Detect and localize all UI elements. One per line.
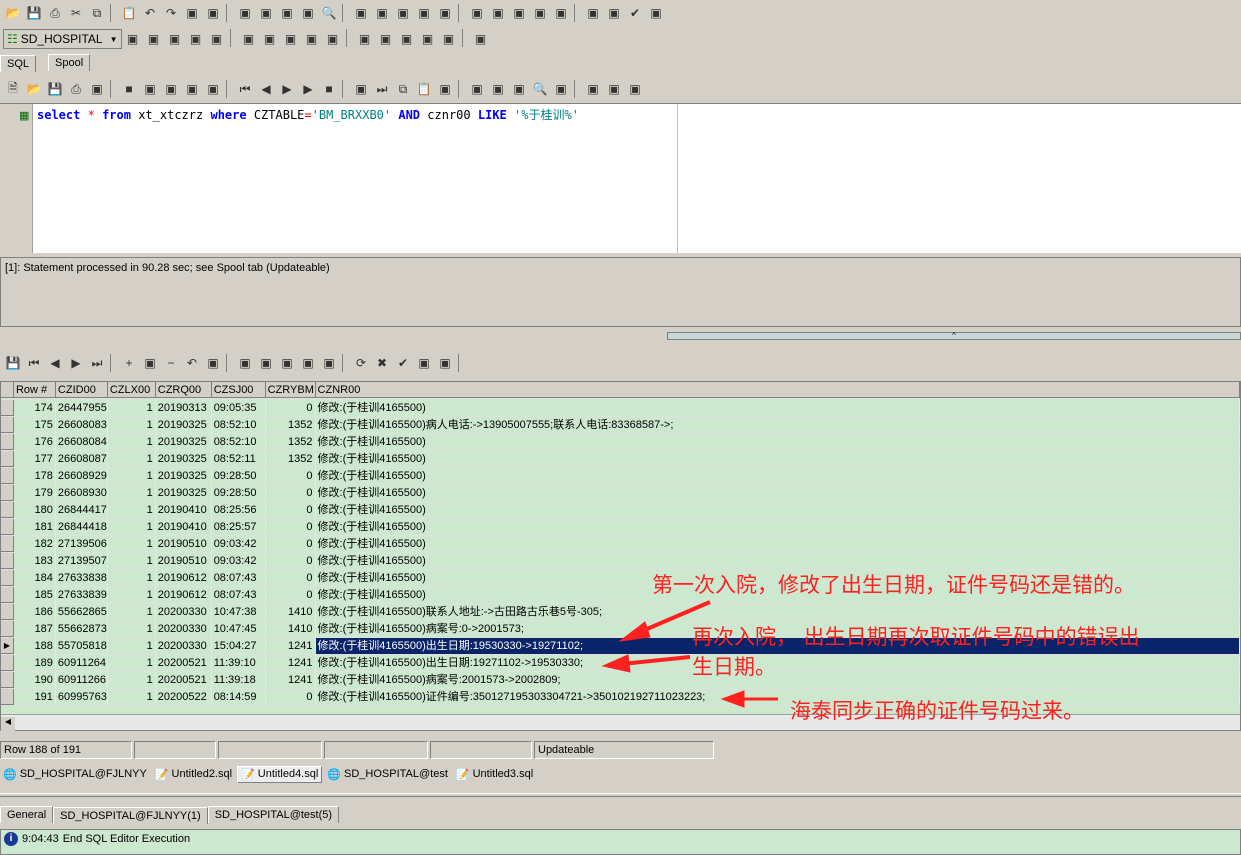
annotation-arrows [601, 600, 778, 708]
connection-icon: 🌐 [327, 768, 342, 781]
window-tabs: 🌐 SD_HOSPITAL@FJLNYY 📝 Untitled2.sql 📝 Untitl… [0, 763, 536, 785]
output-log: i 9:04:43 End SQL Editor Execution [0, 829, 1241, 855]
tab-fjlnyy[interactable]: SD_HOSPITAL@FJLNYY(1) [53, 807, 208, 824]
status-row-info: Row 188 of 191 [0, 741, 132, 759]
sql-file-icon: 📝 [455, 768, 470, 781]
arrowhead-icon [601, 654, 631, 673]
window-tab[interactable]: 📝 Untitled2.sql [152, 767, 235, 782]
connection-icon: 🌐 [3, 768, 17, 781]
window-tab[interactable]: 🌐 SD_HOSPITAL@FJLNYY [0, 767, 150, 782]
sql-file-icon: 📝 [241, 768, 255, 781]
status-mode: Updateable [534, 741, 714, 759]
output-tabs: General SD_HOSPITAL@FJLNYY(1) SD_HOSPITA… [0, 806, 340, 824]
arrow-icon [621, 655, 691, 666]
arrowhead-icon [618, 621, 651, 642]
arrowhead-icon [720, 690, 745, 708]
window-tab[interactable]: 🌐 SD_HOSPITAL@test [324, 767, 451, 782]
arrow-icon [639, 600, 711, 634]
window-tab[interactable]: 📝 Untitled3.sql [453, 767, 536, 782]
tab-test[interactable]: SD_HOSPITAL@test(5) [207, 806, 340, 823]
tab-general[interactable]: General [0, 806, 54, 823]
info-icon: i [4, 832, 18, 846]
status-bar: Row 188 of 191 Updateable [0, 741, 1241, 760]
window-tab[interactable]: 📝 Untitled4.sql [237, 765, 323, 783]
sql-file-icon: 📝 [154, 768, 169, 781]
